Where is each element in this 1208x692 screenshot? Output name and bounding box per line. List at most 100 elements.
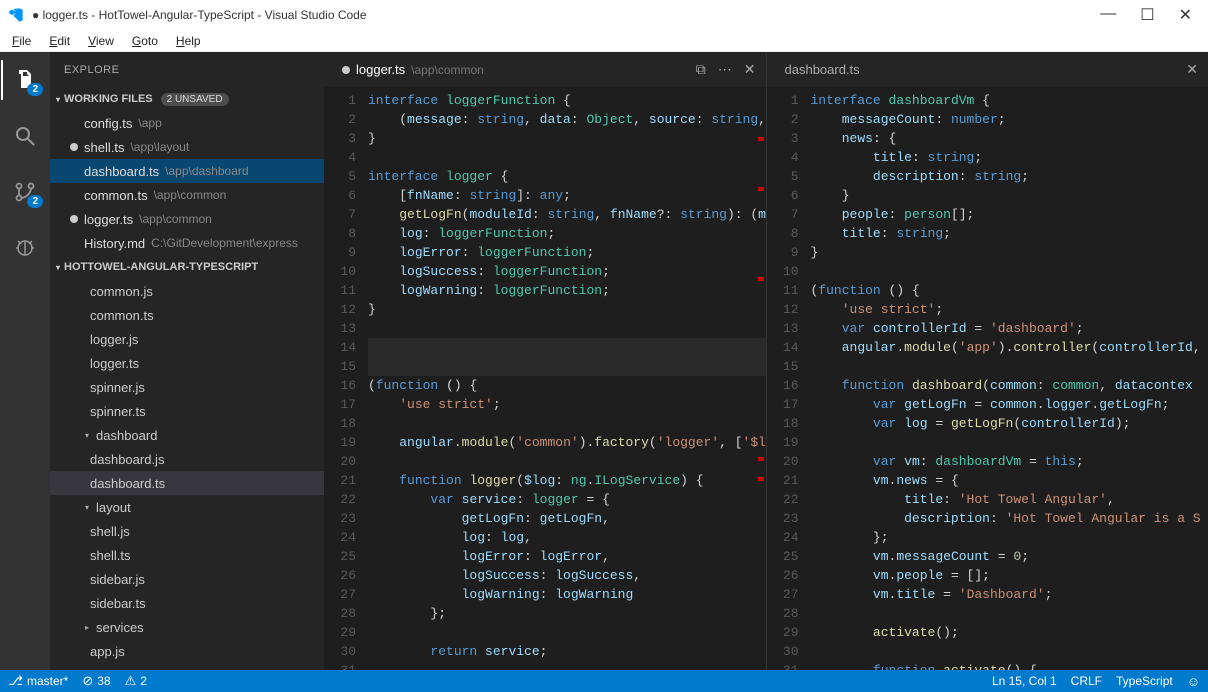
status-warnings[interactable]: ⚠ 2 bbox=[125, 673, 147, 689]
tab-logger[interactable]: logger.ts \app\common bbox=[334, 52, 492, 87]
minimize-icon[interactable]: — bbox=[1100, 5, 1116, 25]
activitybar-scm[interactable]: 2 bbox=[1, 172, 49, 212]
activitybar: 2 2 bbox=[0, 52, 50, 670]
tree-file[interactable]: sidebar.ts bbox=[50, 591, 324, 615]
project-header[interactable]: ▾ HOTTOWEL-ANGULAR-TYPESCRIPT bbox=[50, 255, 324, 279]
line-numbers-right: 1234567891011121314151617181920212223242… bbox=[767, 87, 811, 670]
tree-folder[interactable]: ▾ dashboard bbox=[50, 423, 324, 447]
status-language[interactable]: TypeScript bbox=[1116, 674, 1173, 688]
tree-file[interactable]: spinner.ts bbox=[50, 399, 324, 423]
tree-item-label: logger.ts bbox=[90, 356, 139, 371]
tree-item-label: common.ts bbox=[90, 308, 154, 323]
working-file-row[interactable]: dashboard.ts\app\dashboard bbox=[50, 159, 324, 183]
working-file-row[interactable]: shell.ts\app\layout bbox=[50, 135, 324, 159]
menu-view[interactable]: View bbox=[80, 32, 122, 50]
code-content-right[interactable]: interface dashboardVm { messageCount: nu… bbox=[811, 87, 1208, 670]
line-numbers-left: 1234567891011121314151617181920212223242… bbox=[324, 87, 368, 670]
tree-file[interactable]: dashboard.js bbox=[50, 447, 324, 471]
unsaved-pill: 2 UNSAVED bbox=[161, 93, 229, 106]
status-eol[interactable]: CRLF bbox=[1071, 674, 1102, 688]
tabbar-left: logger.ts \app\common ⧉ ⋯ ✕ bbox=[324, 52, 766, 87]
file-path: C:\GitDevelopment\express bbox=[151, 236, 298, 250]
tree-file[interactable]: logger.js bbox=[50, 327, 324, 351]
dirty-dot-icon bbox=[70, 143, 78, 151]
explorer-sidebar: EXPLORE ▾ WORKING FILES 2 UNSAVED config… bbox=[50, 52, 324, 670]
tree-item-label: layout bbox=[96, 500, 131, 515]
code-area-right[interactable]: 1234567891011121314151617181920212223242… bbox=[767, 87, 1208, 670]
caret-icon: ▾ bbox=[82, 503, 92, 512]
working-file-row[interactable]: logger.ts \app\common bbox=[50, 207, 324, 231]
tree-item-label: services bbox=[96, 620, 144, 635]
feedback-icon[interactable]: ☺ bbox=[1187, 674, 1200, 689]
tree-item-label: dashboard.ts bbox=[90, 476, 165, 491]
tree-item-label: dashboard.js bbox=[90, 452, 164, 467]
status-errors[interactable]: ⊘ 38 bbox=[82, 673, 110, 689]
working-files-header[interactable]: ▾ WORKING FILES 2 UNSAVED bbox=[50, 87, 324, 111]
tree-folder[interactable]: ▸ services bbox=[50, 615, 324, 639]
tree-file[interactable]: app.ts bbox=[50, 663, 324, 670]
warning-icon: ⚠ bbox=[125, 673, 137, 689]
activitybar-debug[interactable] bbox=[1, 228, 49, 268]
tree-item-label: shell.ts bbox=[90, 548, 130, 563]
menu-goto[interactable]: Goto bbox=[124, 32, 166, 50]
file-name: logger.ts bbox=[84, 212, 133, 227]
tab-dashboard[interactable]: dashboard.ts bbox=[777, 52, 868, 87]
caret-icon: ▸ bbox=[82, 623, 92, 632]
file-path: \app\common bbox=[139, 212, 212, 226]
file-name: common.ts bbox=[84, 188, 148, 203]
code-area-left[interactable]: 1234567891011121314151617181920212223242… bbox=[324, 87, 766, 670]
sidebar-title: EXPLORE bbox=[50, 52, 324, 87]
menu-file[interactable]: File bbox=[4, 32, 39, 50]
editor-pane-right: dashboard.ts ✕ 1234567891011121314151617… bbox=[767, 52, 1208, 670]
activitybar-explorer[interactable]: 2 bbox=[1, 60, 49, 100]
search-icon bbox=[13, 124, 37, 148]
tree-item-label: app.js bbox=[90, 644, 125, 659]
tree-folder[interactable]: ▾ layout bbox=[50, 495, 324, 519]
maximize-icon[interactable]: ☐ bbox=[1140, 5, 1154, 25]
working-files-label: WORKING FILES bbox=[64, 93, 153, 105]
caret-icon: ▾ bbox=[82, 431, 92, 440]
file-path: \app bbox=[138, 116, 161, 130]
statusbar: ⎇ master* ⊘ 38 ⚠ 2 Ln 15, Col 1 CRLF Typ… bbox=[0, 670, 1208, 692]
tree-file[interactable]: spinner.js bbox=[50, 375, 324, 399]
close-icon[interactable]: ✕ bbox=[1179, 5, 1192, 25]
tree-item-label: spinner.js bbox=[90, 380, 145, 395]
scm-badge: 2 bbox=[27, 195, 43, 208]
caret-down-icon: ▾ bbox=[56, 263, 60, 272]
tab-filename: logger.ts bbox=[356, 62, 405, 77]
working-files-list: config.ts\appshell.ts\app\layoutdashboar… bbox=[50, 111, 324, 255]
tree-file[interactable]: common.js bbox=[50, 279, 324, 303]
more-icon[interactable]: ⋯ bbox=[718, 61, 732, 78]
file-name: shell.ts bbox=[84, 140, 124, 155]
working-file-row[interactable]: History.mdC:\GitDevelopment\express bbox=[50, 231, 324, 255]
code-content-left[interactable]: interface loggerFunction { (message: str… bbox=[368, 87, 766, 670]
tree-file[interactable]: common.ts bbox=[50, 303, 324, 327]
tree-file[interactable]: dashboard.ts bbox=[50, 471, 324, 495]
tree-item-label: sidebar.ts bbox=[90, 596, 146, 611]
tree-file[interactable]: shell.js bbox=[50, 519, 324, 543]
working-file-row[interactable]: common.ts \app\common bbox=[50, 183, 324, 207]
dirty-dot-icon bbox=[342, 66, 350, 74]
split-editor-icon[interactable]: ⧉ bbox=[696, 61, 706, 78]
status-branch[interactable]: ⎇ master* bbox=[8, 673, 68, 689]
tree-file[interactable]: logger.ts bbox=[50, 351, 324, 375]
menu-help[interactable]: Help bbox=[168, 32, 209, 50]
tabbar-right: dashboard.ts ✕ bbox=[767, 52, 1208, 87]
tree-item-label: common.js bbox=[90, 284, 153, 299]
tree-file[interactable]: sidebar.js bbox=[50, 567, 324, 591]
tree-file[interactable]: app.js bbox=[50, 639, 324, 663]
tree-item-label: spinner.ts bbox=[90, 404, 146, 419]
status-position[interactable]: Ln 15, Col 1 bbox=[992, 674, 1057, 688]
activitybar-search[interactable] bbox=[1, 116, 49, 156]
tab-close-icon[interactable]: ✕ bbox=[1186, 61, 1198, 78]
tree-item-label: dashboard bbox=[96, 428, 157, 443]
file-path: \app\common bbox=[154, 188, 227, 202]
tab-close-icon[interactable]: ✕ bbox=[744, 61, 756, 78]
tree-file[interactable]: shell.ts bbox=[50, 543, 324, 567]
project-label: HOTTOWEL-ANGULAR-TYPESCRIPT bbox=[64, 261, 258, 273]
error-icon: ⊘ bbox=[82, 673, 93, 689]
working-file-row[interactable]: config.ts\app bbox=[50, 111, 324, 135]
titlebar: ● logger.ts - HotTowel-Angular-TypeScrip… bbox=[0, 0, 1208, 30]
menu-edit[interactable]: Edit bbox=[41, 32, 78, 50]
bug-icon bbox=[13, 236, 37, 260]
